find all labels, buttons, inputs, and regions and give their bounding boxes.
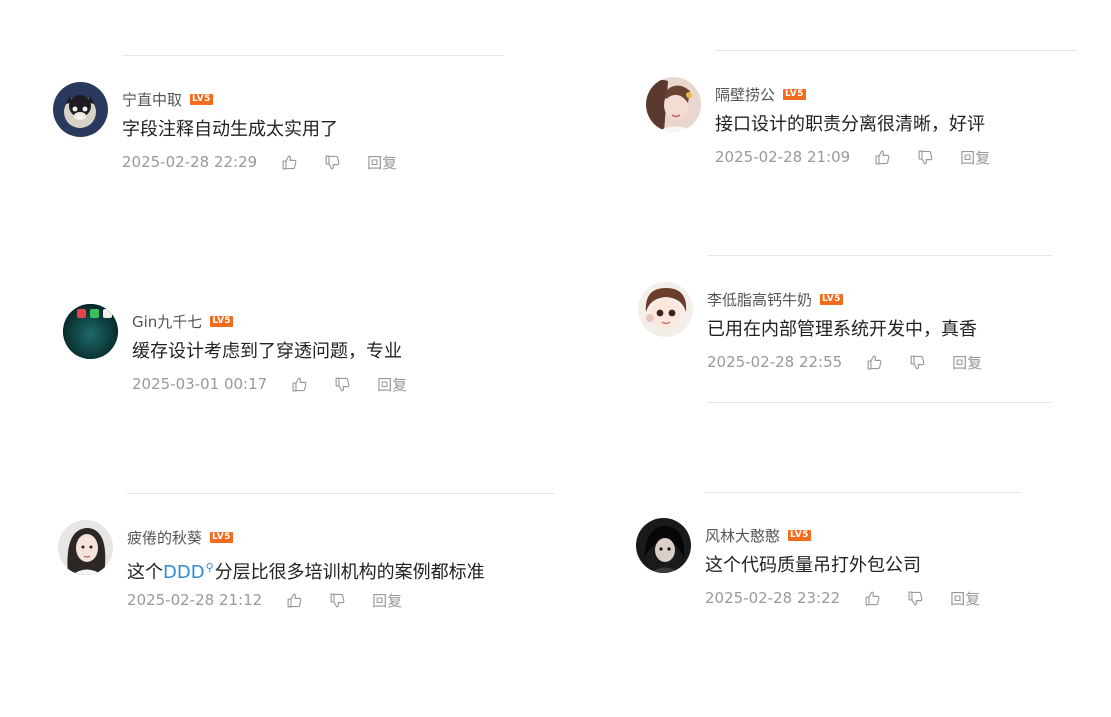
- reply-button[interactable]: 回复: [377, 374, 407, 395]
- avatar[interactable]: [646, 77, 701, 132]
- divider: [715, 50, 1077, 51]
- avatar[interactable]: [638, 282, 693, 337]
- keyword-link[interactable]: DDD: [163, 562, 205, 583]
- comment-text-prefix: 这个: [127, 562, 163, 583]
- comment-text: 已用在内部管理系统开发中，真香: [707, 319, 977, 340]
- comment-text: 这个DDD⚲分层比很多培训机构的案例都标准: [127, 556, 485, 583]
- username[interactable]: 宁直中取: [122, 89, 182, 110]
- comment-text: 字段注释自动生成太实用了: [122, 119, 338, 140]
- level-badge: LV5: [820, 293, 843, 305]
- reply-button[interactable]: 回复: [952, 352, 982, 373]
- timestamp: 2025-02-28 21:12: [127, 591, 263, 609]
- divider: [122, 55, 504, 56]
- timestamp: 2025-02-28 22:55: [707, 353, 843, 371]
- timestamp: 2025-02-28 23:22: [705, 589, 841, 607]
- comment-text: 这个代码质量吊打外包公司: [705, 555, 921, 576]
- thumbs-down-icon[interactable]: [334, 376, 351, 393]
- timestamp: 2025-02-28 21:09: [715, 148, 851, 166]
- search-icon[interactable]: ⚲: [206, 561, 214, 574]
- thumbs-up-icon[interactable]: [874, 149, 891, 166]
- divider: [127, 493, 555, 494]
- username[interactable]: Gin九千七: [132, 311, 202, 332]
- thumbs-up-icon[interactable]: [281, 154, 298, 171]
- username[interactable]: 疲倦的秋葵: [127, 527, 202, 548]
- thumbs-down-icon[interactable]: [329, 592, 346, 609]
- divider: [705, 492, 1021, 493]
- username[interactable]: 风林大憨憨: [705, 525, 780, 546]
- level-badge: LV5: [783, 88, 806, 100]
- thumbs-up-icon[interactable]: [291, 376, 308, 393]
- avatar[interactable]: [53, 82, 108, 137]
- thumbs-up-icon[interactable]: [866, 354, 883, 371]
- reply-button[interactable]: 回复: [372, 590, 402, 611]
- level-badge: LV5: [210, 531, 233, 543]
- comment-text: 接口设计的职责分离很清晰，好评: [715, 114, 985, 135]
- username[interactable]: 隔壁捞公: [715, 84, 775, 105]
- thumbs-down-icon[interactable]: [324, 154, 341, 171]
- divider: [707, 402, 1052, 403]
- timestamp: 2025-03-01 00:17: [132, 375, 268, 393]
- thumbs-up-icon[interactable]: [864, 590, 881, 607]
- avatar[interactable]: [63, 304, 118, 359]
- comment-text-suffix: 分层比很多培训机构的案例都标准: [214, 562, 485, 583]
- username[interactable]: 李低脂高钙牛奶: [707, 289, 812, 310]
- level-badge: LV5: [210, 315, 233, 327]
- comment-text: 缓存设计考虑到了穿透问题，专业: [132, 341, 402, 362]
- avatar[interactable]: [636, 518, 691, 573]
- avatar[interactable]: [58, 520, 113, 575]
- reply-button[interactable]: 回复: [950, 588, 980, 609]
- level-badge: LV5: [788, 529, 811, 541]
- thumbs-down-icon[interactable]: [907, 590, 924, 607]
- thumbs-down-icon[interactable]: [917, 149, 934, 166]
- timestamp: 2025-02-28 22:29: [122, 153, 258, 171]
- thumbs-down-icon[interactable]: [909, 354, 926, 371]
- reply-button[interactable]: 回复: [367, 152, 397, 173]
- divider: [707, 255, 1052, 256]
- level-badge: LV5: [190, 93, 213, 105]
- reply-button[interactable]: 回复: [960, 147, 990, 168]
- thumbs-up-icon[interactable]: [286, 592, 303, 609]
